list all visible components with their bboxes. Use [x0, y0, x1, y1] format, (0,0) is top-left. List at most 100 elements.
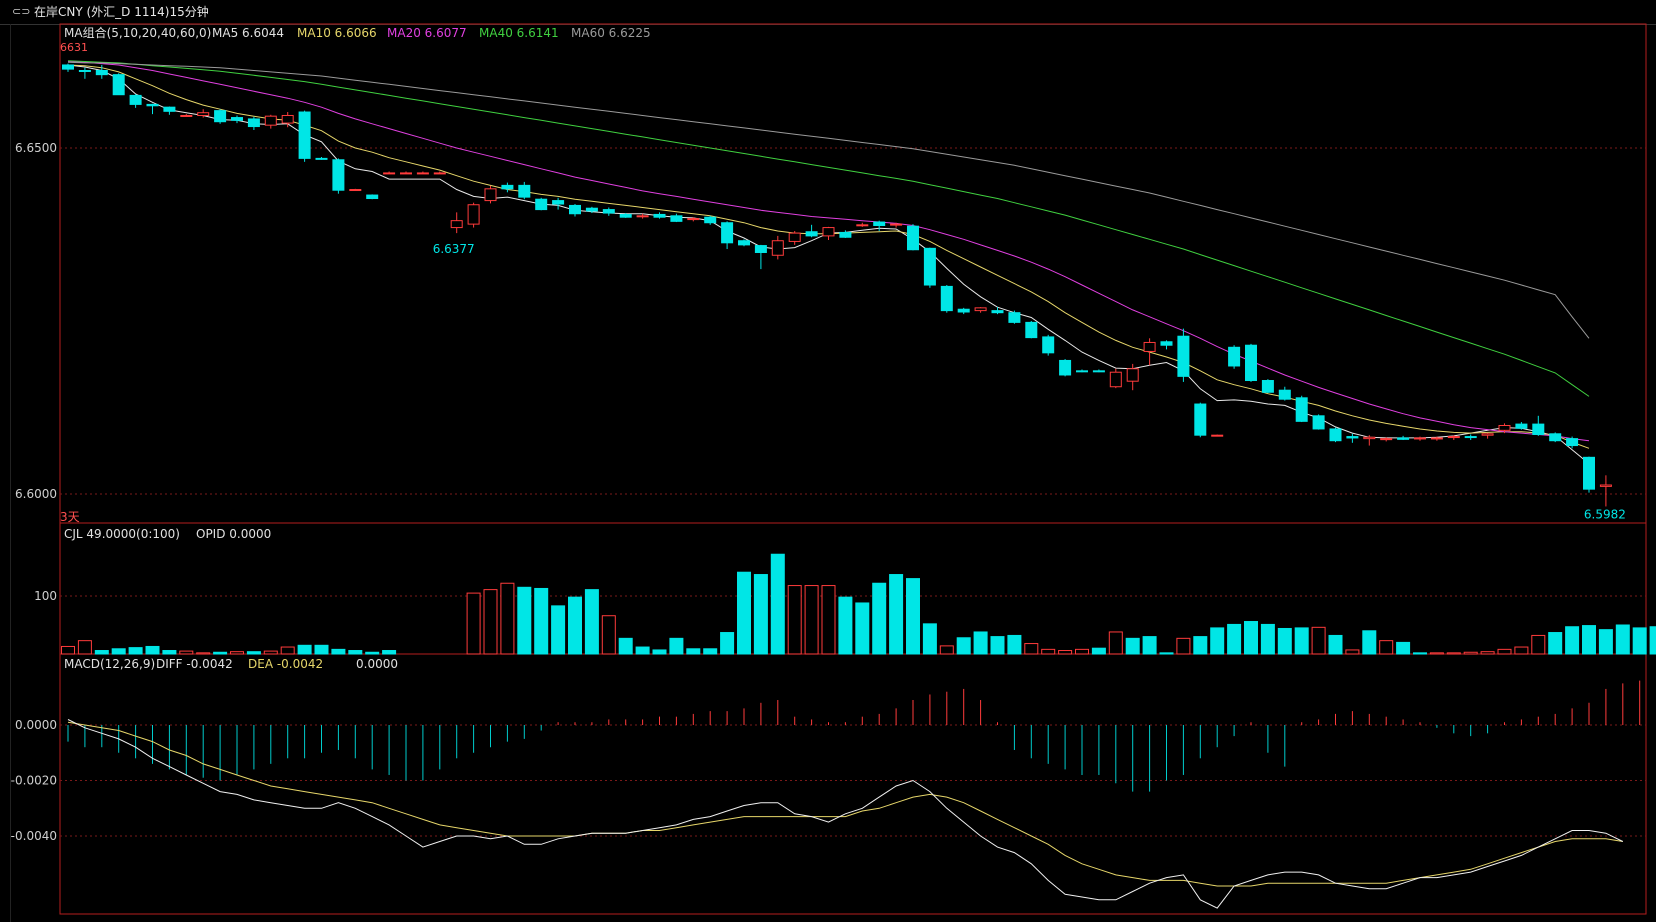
volume-bars — [61, 553, 1656, 655]
volume-bar-up — [179, 650, 194, 655]
volume-bar-down — [1565, 626, 1580, 655]
volume-bar-down — [128, 647, 143, 655]
macd-indicator — [67, 680, 1641, 909]
volume-bar-down — [111, 648, 126, 655]
candle-down — [585, 207, 598, 212]
candle-up — [467, 204, 480, 225]
ma20-line — [67, 61, 1590, 442]
volume-bar-down — [1210, 627, 1225, 655]
volume-legend-item: OPID 0.0000 — [196, 527, 271, 541]
volume-bar-down — [382, 650, 397, 655]
price-legend-item: MA10 6.6066 — [297, 26, 377, 40]
candlesticks — [62, 63, 1612, 507]
volume-bar-down — [584, 589, 599, 655]
candle-down — [1329, 428, 1342, 442]
candle-down — [1245, 344, 1257, 382]
candle-down — [535, 198, 548, 211]
volume-bar-down — [1277, 627, 1292, 655]
candle-down — [1092, 370, 1105, 373]
candle-down — [1177, 335, 1190, 377]
macd-panel-frame — [59, 653, 1647, 915]
volume-bar-down — [1244, 621, 1258, 655]
macd-y-tick-label: 0.0000 — [15, 718, 57, 732]
candle-down — [112, 74, 125, 96]
candle-up — [1414, 437, 1426, 440]
candle-down — [1312, 415, 1325, 430]
volume-bar-down — [162, 650, 177, 655]
macd-legend-item: 0.0000 — [356, 657, 398, 671]
candle-down — [163, 106, 176, 112]
candle-up — [788, 232, 801, 242]
volume-bar-down — [922, 623, 937, 655]
price-legend-item: MA60 6.6225 — [571, 26, 651, 40]
price-panel-frame — [59, 23, 1647, 524]
candle-down — [552, 200, 565, 205]
candle-down — [1228, 346, 1241, 367]
candle-down — [1194, 403, 1207, 436]
candle-up — [180, 114, 193, 117]
candle-down — [991, 310, 1004, 314]
volume-bar-up — [1108, 631, 1123, 655]
candle-down — [247, 118, 260, 128]
volume-bar-down — [365, 651, 380, 655]
volume-bar-up — [601, 615, 616, 655]
candle-up — [1481, 433, 1494, 436]
macd-legend-item: DEA -0.0042 — [248, 657, 323, 671]
ma10-line — [67, 64, 1590, 449]
volume-bar-down — [889, 574, 904, 655]
macd-y-tick-label: -0.0020 — [11, 774, 57, 788]
volume-bar-down — [669, 637, 684, 655]
volume-bar-down — [973, 631, 988, 655]
volume-bar-down — [1142, 636, 1157, 655]
candle-down — [366, 194, 379, 200]
volume-bar-up — [1446, 652, 1461, 655]
candle-down — [332, 159, 345, 191]
price-legend-item: MA20 6.6077 — [387, 26, 467, 40]
candle-up — [1143, 341, 1156, 352]
volume-bar-down — [1294, 627, 1309, 655]
price-y-tick-label: 6.6000 — [15, 487, 57, 501]
candle-down — [1025, 321, 1038, 339]
candle-down — [1532, 423, 1545, 435]
candle-down — [214, 110, 227, 123]
candle-down — [78, 69, 91, 72]
volume-bar-up — [280, 646, 295, 655]
candle-down — [940, 285, 953, 312]
candle-up — [1498, 424, 1511, 431]
volume-bar-down — [1582, 625, 1596, 655]
volume-bar-up — [500, 582, 515, 655]
volume-bar-down — [1413, 652, 1427, 655]
moving-average-lines — [67, 60, 1590, 464]
volume-bar-up — [466, 592, 481, 655]
top-price-label: 6631 — [60, 41, 88, 54]
volume-bar-down — [1260, 623, 1275, 655]
candle-up — [856, 224, 869, 227]
volume-bar-down — [1615, 624, 1630, 655]
volume-bar-down — [872, 582, 887, 655]
candle-up — [383, 172, 396, 175]
candle-up — [636, 215, 649, 218]
volume-bar-up — [1041, 648, 1056, 655]
candle-down — [670, 215, 683, 222]
candle-down — [602, 209, 615, 214]
macd-y-tick-label: -0.0040 — [11, 829, 57, 843]
candle-up — [1211, 434, 1224, 437]
candle-down — [1566, 438, 1579, 447]
candle-down — [754, 245, 767, 253]
volume-bar-up — [1379, 640, 1394, 655]
candle-up — [450, 220, 463, 229]
kline-chart[interactable]: 6.6500 6.6000 100 0.0000 -0.0020 -0.0040 6631… — [0, 0, 1656, 922]
volume-bar-down — [1159, 652, 1174, 655]
candle-down — [298, 111, 311, 159]
volume-bar-down — [906, 578, 920, 655]
volume-bar-down — [1125, 637, 1140, 655]
volume-bar-up — [263, 650, 278, 655]
candle-up — [974, 307, 987, 312]
volume-bar-down — [855, 602, 870, 655]
price-legend-item: MA5 6.6044 — [212, 26, 284, 40]
candle-down — [738, 240, 750, 246]
candle-up — [484, 188, 497, 202]
candle-down — [653, 213, 666, 218]
candle-up — [1380, 438, 1393, 441]
candle-down — [1042, 336, 1055, 354]
